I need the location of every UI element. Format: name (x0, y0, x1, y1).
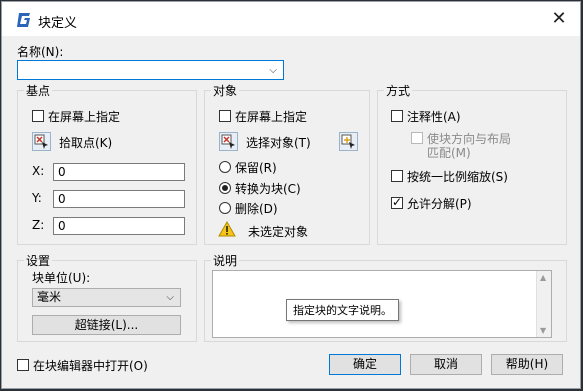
chevron-down-icon[interactable]: ⌵ (166, 289, 174, 306)
objects-legend: 对象 (211, 82, 240, 99)
retain-label: 保留(R) (235, 161, 277, 175)
title-bar: 块定义 ✕ (2, 2, 580, 36)
match-orientation-checkbox[interactable] (411, 132, 423, 144)
pick-point-label: 拾取点(K) (59, 136, 113, 150)
delete-radio[interactable] (219, 202, 231, 214)
open-in-editor-label: 在块编辑器中打开(O) (33, 359, 148, 373)
help-button[interactable]: 帮助(H) (491, 354, 563, 375)
warning-icon (218, 220, 236, 237)
y-label: Y: (32, 191, 42, 205)
pick-point-icon (34, 134, 48, 149)
quick-select-button[interactable] (339, 132, 358, 151)
basepoint-legend: 基点 (24, 82, 53, 99)
block-unit-select[interactable]: 毫米 ⌵ (32, 288, 181, 307)
cancel-button[interactable]: 取消 (410, 354, 482, 375)
name-label: 名称(N): (17, 45, 64, 59)
select-objects-label: 选择对象(T) (246, 136, 311, 150)
open-in-editor-checkbox[interactable] (17, 359, 29, 371)
x-label: X: (32, 164, 45, 178)
select-objects-icon (221, 134, 235, 149)
settings-legend: 设置 (24, 252, 53, 269)
app-logo-icon (16, 12, 32, 28)
block-definition-dialog: 块定义 ✕ 名称(N): ⌵ 基点 在屏幕上指定 拾取点(K) X: 0 Y: … (1, 1, 581, 389)
pick-point-button[interactable] (32, 132, 51, 151)
hyperlink-button[interactable]: 超链接(L)... (32, 315, 181, 335)
delete-label: 删除(D) (235, 202, 278, 216)
basepoint-onscreen-label: 在屏幕上指定 (48, 110, 121, 124)
scroll-down-icon[interactable]: ▼ (540, 326, 546, 335)
ok-button[interactable]: 确定 (329, 354, 401, 375)
z-input[interactable]: 0 (53, 217, 185, 235)
objects-onscreen-checkbox[interactable] (219, 110, 231, 122)
no-objects-selected-text: 未选定对象 (248, 225, 309, 239)
uniform-scale-checkbox[interactable] (391, 170, 403, 182)
close-icon[interactable]: ✕ (548, 8, 570, 30)
block-unit-label: 块单位(U): (32, 271, 91, 285)
quick-select-icon (341, 134, 355, 149)
allow-explode-label: 允许分解(P) (407, 197, 472, 211)
description-legend: 说明 (211, 252, 240, 269)
uniform-scale-label: 按统一比例缩放(S) (407, 170, 508, 184)
block-unit-value: 毫米 (37, 290, 62, 304)
behavior-legend: 方式 (384, 82, 413, 99)
x-input[interactable]: 0 (53, 163, 185, 181)
y-input[interactable]: 0 (53, 190, 185, 208)
basepoint-onscreen-checkbox[interactable] (32, 110, 44, 122)
allow-explode-checkbox[interactable] (391, 195, 403, 209)
description-scrollbar[interactable]: ▲ ▼ (536, 271, 551, 337)
match-orientation-label-line2: 匹配(M) (427, 146, 471, 160)
annotative-label: 注释性(A) (407, 110, 461, 124)
objects-onscreen-label: 在屏幕上指定 (235, 110, 308, 124)
scroll-up-icon[interactable]: ▲ (540, 273, 546, 282)
z-label: Z: (32, 218, 45, 232)
convert-label: 转换为块(C) (235, 182, 301, 196)
retain-radio[interactable] (219, 161, 231, 173)
description-tooltip: 指定块的文字说明。 (286, 299, 399, 321)
chevron-down-icon[interactable]: ⌵ (269, 63, 277, 79)
select-objects-button[interactable] (219, 132, 238, 151)
annotative-checkbox[interactable] (391, 110, 403, 122)
name-combobox[interactable]: ⌵ (17, 60, 284, 80)
convert-radio[interactable] (219, 182, 231, 194)
window-title: 块定义 (38, 16, 78, 31)
